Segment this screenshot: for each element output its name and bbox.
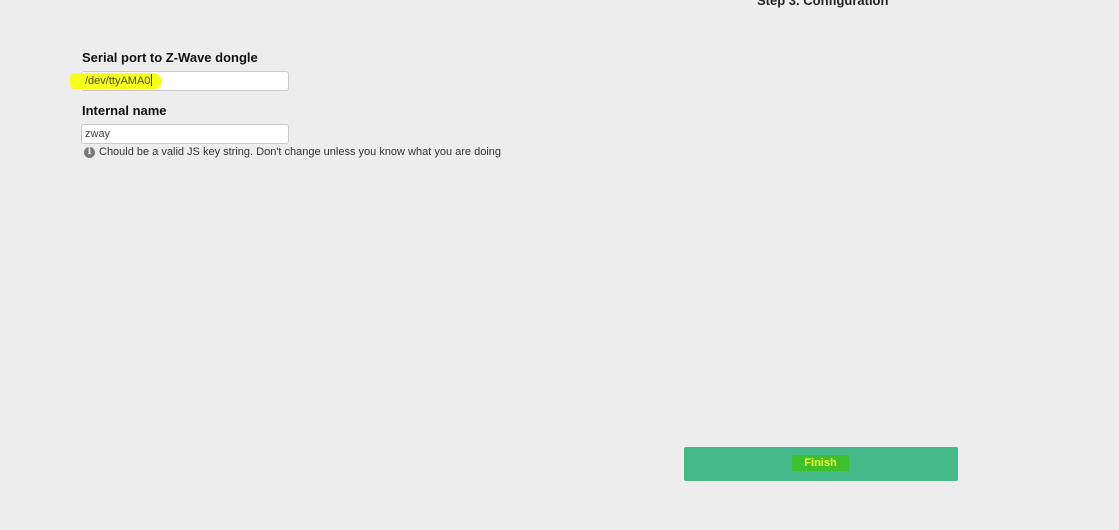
serial-port-value: /dev/ttyAMA0 [85, 74, 153, 87]
step-title: Step 3. Configuration [757, 0, 889, 8]
serial-port-input[interactable]: /dev/ttyAMA0 [70, 71, 289, 91]
internal-name-help: i Chould be a valid JS key string. Don't… [84, 146, 501, 158]
internal-name-input[interactable]: zway [81, 124, 289, 144]
serial-port-label: Serial port to Z-Wave dongle [82, 50, 258, 65]
internal-name-help-text: Chould be a valid JS key string. Don't c… [99, 146, 502, 158]
text-caret [151, 74, 153, 86]
internal-name-value: zway [85, 128, 111, 140]
finish-button-label: Finish [804, 457, 837, 469]
info-icon: i [84, 146, 95, 158]
finish-button[interactable]: Finish [684, 447, 958, 481]
internal-name-label: Internal name [82, 103, 167, 118]
